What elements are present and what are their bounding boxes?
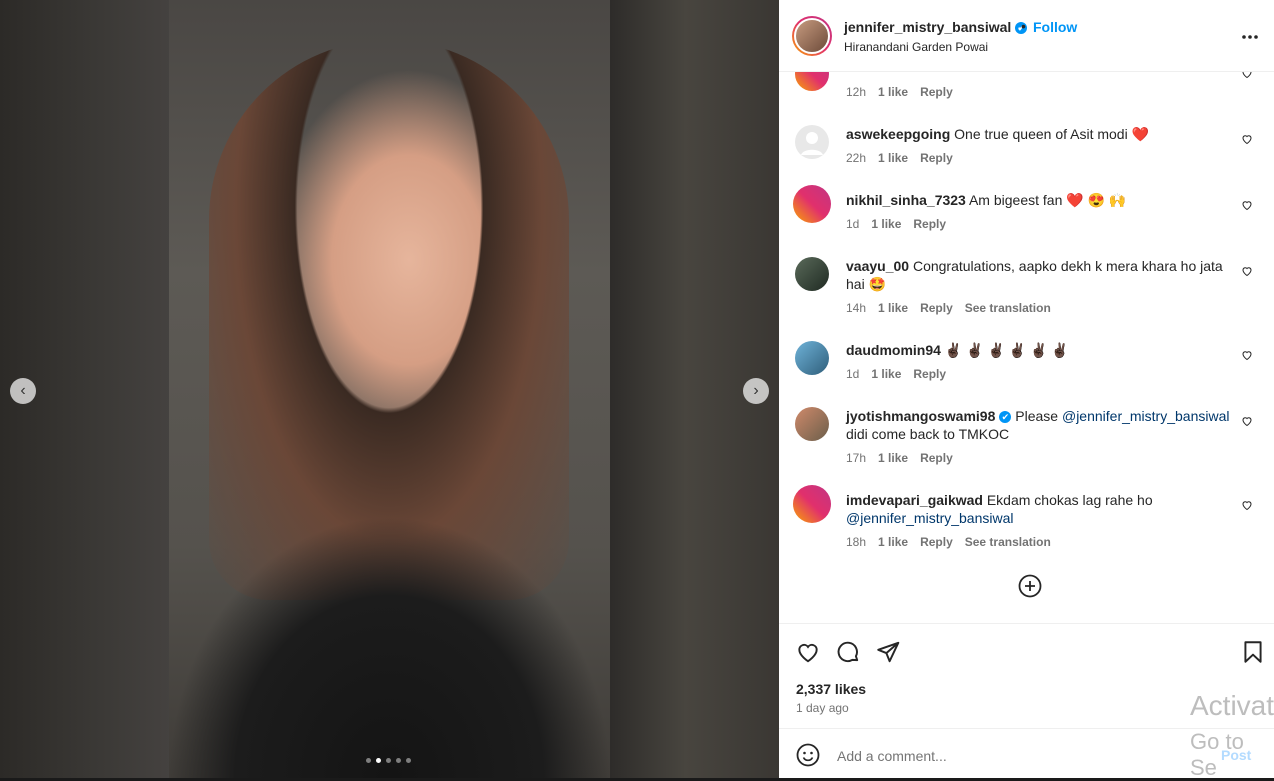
- comment-meta: 14h 1 like Reply See translation: [846, 301, 1063, 315]
- carousel-dot: [396, 758, 401, 763]
- comment-composer: Post Go to Se: [779, 728, 1274, 780]
- carousel-indicator: [366, 758, 411, 763]
- comment-text: nikhil_sinha_7323 Am bigeest fan ❤️ 😍 🙌: [846, 192, 1127, 208]
- heart-icon[interactable]: [1241, 349, 1253, 361]
- more-options-button[interactable]: [1241, 24, 1259, 45]
- reply-button[interactable]: Reply: [920, 85, 953, 99]
- emoji-icon[interactable]: [796, 743, 820, 767]
- carousel-dot: [366, 758, 371, 763]
- reply-button[interactable]: Reply: [913, 217, 946, 231]
- follow-button[interactable]: Follow: [1033, 19, 1077, 35]
- windows-activation-watermark: Activat: [1190, 690, 1274, 721]
- post-header: jennifer_mistry_bansiwal ✔ • Follow Hiran…: [779, 0, 1274, 72]
- comment-text: vaayu_00 Congratulations, aapko dekh k m…: [846, 258, 1223, 292]
- heart-icon[interactable]: [1241, 415, 1253, 427]
- default-avatar-icon: [801, 132, 823, 155]
- post-side-panel: jennifer_mistry_bansiwal ✔ • Follow Hiran…: [779, 0, 1274, 780]
- comment-username[interactable]: aswekeepgoing: [846, 126, 950, 142]
- carousel-next-button[interactable]: ›: [743, 378, 769, 404]
- comment-time[interactable]: 1d: [846, 217, 859, 231]
- comment-likes[interactable]: 1 like: [878, 535, 908, 549]
- comment-meta: 12h 1 like Reply: [846, 85, 965, 99]
- chevron-right-icon: ›: [753, 382, 759, 399]
- comment-text: imdevapari_gaikwad Ekdam chokas lag rahe…: [846, 492, 1153, 526]
- heart-icon[interactable]: [1241, 499, 1253, 511]
- likes-count[interactable]: 2,337 likes: [796, 681, 866, 697]
- comment-likes[interactable]: 1 like: [878, 151, 908, 165]
- mention-link[interactable]: @jennifer_mistry_bansiwal: [846, 510, 1014, 526]
- comment-time[interactable]: 18h: [846, 535, 866, 549]
- chevron-left-icon: ‹: [20, 382, 26, 399]
- comment-avatar[interactable]: [795, 125, 829, 159]
- comment-time[interactable]: 1d: [846, 367, 859, 381]
- mention-link[interactable]: @jennifer_mistry_bansiwal: [1062, 408, 1230, 424]
- verified-icon: ✔: [999, 411, 1012, 423]
- reply-button[interactable]: Reply: [920, 451, 953, 465]
- comment-username[interactable]: jyotishmangoswami98: [846, 408, 995, 424]
- comment-avatar[interactable]: [795, 257, 829, 291]
- comment-likes[interactable]: 1 like: [878, 451, 908, 465]
- comment-avatar[interactable]: [795, 71, 829, 91]
- windows-activation-watermark-line2: Go to Se: [1190, 729, 1244, 780]
- author-avatar[interactable]: [792, 16, 832, 56]
- comment-time[interactable]: 14h: [846, 301, 866, 315]
- post-media-viewer: ‹ ›: [0, 0, 779, 778]
- comment-meta: 22h 1 like Reply: [846, 151, 965, 165]
- heart-icon[interactable]: [1241, 71, 1253, 79]
- comment-username[interactable]: vaayu_00: [846, 258, 909, 274]
- comment-meta: 18h 1 like Reply See translation: [846, 535, 1063, 549]
- share-icon[interactable]: [875, 639, 901, 665]
- header-separator: •: [1021, 18, 1026, 34]
- comment-icon[interactable]: [835, 639, 861, 665]
- comment-username[interactable]: daudmomin94: [846, 342, 941, 358]
- comment-text: aswekeepgoing One true queen of Asit mod…: [846, 126, 1150, 142]
- comment-likes[interactable]: 1 like: [871, 367, 901, 381]
- carousel-dot: [376, 758, 381, 763]
- comment-time[interactable]: 17h: [846, 451, 866, 465]
- comments-list[interactable]: ♥ ♥ ♥ ♥ 12h1 likeReply aswekeepgoing One…: [779, 71, 1274, 623]
- comment-text: jyotishmangoswami98 ✔ Please @jennifer_mi…: [846, 408, 1230, 442]
- comment-avatar[interactable]: [793, 185, 831, 223]
- like-icon[interactable]: [795, 639, 821, 665]
- comment-input[interactable]: [835, 745, 1199, 767]
- comment-likes[interactable]: 1 like: [878, 301, 908, 315]
- see-translation-button[interactable]: See translation: [965, 301, 1051, 315]
- heart-icon[interactable]: [1241, 265, 1253, 277]
- comment-meta: 1d 1 like Reply: [846, 217, 958, 231]
- carousel-dot: [406, 758, 411, 763]
- comment-avatar[interactable]: [795, 407, 829, 441]
- comment-likes[interactable]: 1 like: [871, 217, 901, 231]
- heart-icon[interactable]: [1241, 133, 1253, 145]
- carousel-dot: [386, 758, 391, 763]
- see-translation-button[interactable]: See translation: [965, 535, 1051, 549]
- reply-button[interactable]: Reply: [920, 301, 953, 315]
- comment-username[interactable]: nikhil_sinha_7323: [846, 192, 966, 208]
- comment-text: daudmomin94 ✌🏿 ✌🏿 ✌🏿 ✌🏿 ✌🏿 ✌🏿: [846, 342, 1069, 358]
- comment-likes[interactable]: 1 like: [878, 85, 908, 99]
- reply-button[interactable]: Reply: [913, 367, 946, 381]
- comment-time[interactable]: 12h: [846, 85, 866, 99]
- reply-button[interactable]: Reply: [920, 535, 953, 549]
- comment-username[interactable]: imdevapari_gaikwad: [846, 492, 983, 508]
- comment-time[interactable]: 22h: [846, 151, 866, 165]
- comment-meta: 17h 1 like Reply: [846, 451, 965, 465]
- bookmark-icon[interactable]: [1240, 639, 1266, 665]
- comment-avatar[interactable]: [793, 485, 831, 523]
- post-time: 1 day ago: [796, 701, 849, 715]
- photo-black-top: [169, 438, 610, 778]
- comment-meta: 1d 1 like Reply: [846, 367, 958, 381]
- author-username[interactable]: jennifer_mistry_bansiwal ✔: [844, 19, 1028, 35]
- comment-avatar[interactable]: [795, 341, 829, 375]
- post-photo[interactable]: [169, 0, 610, 778]
- reply-button[interactable]: Reply: [920, 151, 953, 165]
- carousel-prev-button[interactable]: ‹: [10, 378, 36, 404]
- load-more-comments-icon[interactable]: [1018, 574, 1042, 598]
- heart-icon[interactable]: [1241, 199, 1253, 211]
- post-location[interactable]: Hiranandani Garden Powai: [844, 40, 988, 54]
- more-icon: [1242, 35, 1258, 39]
